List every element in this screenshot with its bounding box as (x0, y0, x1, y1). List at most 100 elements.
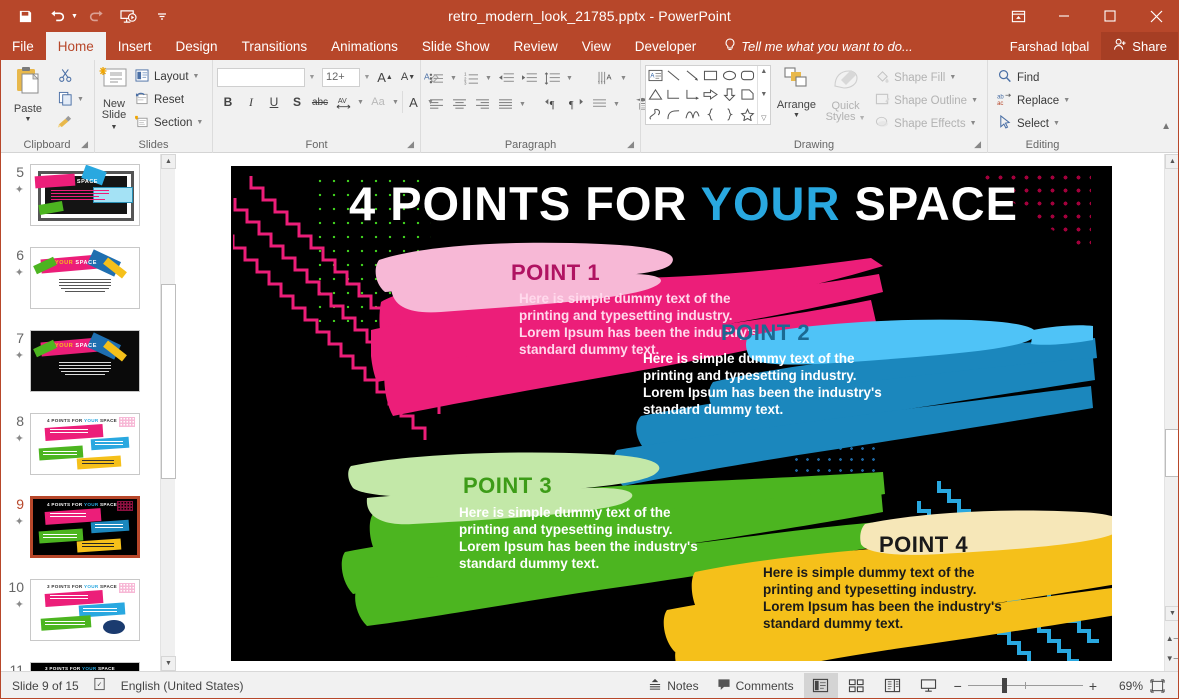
shape-elbow-connector-icon[interactable] (664, 85, 682, 104)
layout-dropdown-icon[interactable]: ▼ (193, 73, 200, 80)
zoom-level[interactable]: 69% (1105, 679, 1143, 693)
text-direction-dropdown-icon[interactable]: ▼ (618, 67, 629, 89)
slide-editing-pane[interactable]: 4 POINTS FOR YOUR SPACE POINT 1 Here is … (176, 154, 1164, 671)
shape-right-arrow-icon[interactable] (701, 85, 719, 104)
slide-thumbnail-pane[interactable]: 5 ✦ YOUR SPACE 6 ✦ YOUR SPACE 7 ✦ YOUR S… (0, 154, 160, 671)
shape-triangle-icon[interactable] (646, 85, 664, 104)
text-direction-ltr-button[interactable]: ¶ (542, 93, 564, 115)
justify-button[interactable] (494, 93, 516, 115)
thumb-scroll-up-icon[interactable]: ▲ (161, 154, 176, 169)
zoom-handle[interactable] (1001, 678, 1007, 693)
shape-rounded-rectangle-icon[interactable] (738, 66, 756, 85)
shape-textbox-icon[interactable]: A (646, 66, 664, 85)
paste-dropdown-icon[interactable]: ▼ (25, 116, 32, 123)
replace-dropdown-icon[interactable]: ▼ (1063, 97, 1070, 104)
thumb-scroll-handle[interactable] (161, 284, 176, 479)
layout-button[interactable]: Layout ▼ (129, 65, 208, 88)
language-indicator[interactable]: English (United States) (121, 679, 244, 693)
justify-dropdown-icon[interactable]: ▼ (517, 93, 528, 115)
text-direction-rtl-button[interactable]: ¶ (565, 93, 587, 115)
line-spacing-button[interactable] (541, 67, 563, 89)
increase-font-size-button[interactable]: A ▲ (374, 66, 396, 88)
previous-slide-icon[interactable]: ▲─ (1165, 630, 1179, 646)
slide-counter[interactable]: Slide 9 of 15 (12, 679, 79, 693)
close-icon[interactable] (1133, 0, 1179, 32)
section-button[interactable]: Section ▼ (129, 111, 208, 134)
numbering-button[interactable]: 123 (460, 67, 482, 89)
tab-animations[interactable]: Animations (319, 32, 410, 60)
shape-pentagon-icon[interactable] (738, 85, 756, 104)
tab-insert[interactable]: Insert (106, 32, 164, 60)
thumbnail-slide-11[interactable]: 11 3 POINTS FOR YOUR SPACE (8, 662, 140, 671)
align-center-button[interactable] (448, 93, 470, 115)
bullets-button[interactable] (425, 67, 447, 89)
character-spacing-dropdown-icon[interactable]: ▼ (355, 91, 366, 113)
thumbnail-slide-6[interactable]: 6 ✦ YOUR SPACE (8, 247, 140, 309)
align-right-button[interactable] (471, 93, 493, 115)
slide-scroll-up-icon[interactable]: ▲ (1165, 154, 1179, 169)
find-button[interactable]: Find (992, 66, 1075, 89)
change-case-button[interactable]: Aa (367, 91, 389, 113)
select-button[interactable]: Select ▼ (992, 112, 1075, 135)
thumbnail-slide-5[interactable]: 5 ✦ YOUR SPACE (8, 164, 140, 226)
shape-oval-icon[interactable] (720, 66, 738, 85)
shapes-scroll-down-icon[interactable]: ▼ (760, 91, 767, 98)
thumbnail-slide-9[interactable]: 9 ✦ 4 POINTS FOR YOUR SPACE (8, 496, 140, 558)
shape-curve-icon[interactable] (664, 105, 682, 124)
paragraph-dialog-launcher[interactable]: ◢ (627, 136, 634, 152)
shape-left-brace-icon[interactable] (701, 105, 719, 124)
increase-indent-button[interactable] (518, 67, 540, 89)
font-name-input[interactable] (217, 67, 305, 87)
tab-review[interactable]: Review (501, 32, 569, 60)
bold-button[interactable]: B (217, 91, 239, 113)
text-shadow-button[interactable]: S (286, 91, 308, 113)
thumb-scroll-down-icon[interactable]: ▼ (161, 656, 176, 671)
shape-arrow-icon[interactable] (683, 66, 701, 85)
notes-button[interactable]: Notes (640, 673, 706, 699)
font-size-dropdown-icon[interactable]: ▼ (361, 74, 373, 81)
numbering-dropdown-icon[interactable]: ▼ (483, 67, 494, 89)
shape-line-icon[interactable] (664, 66, 682, 85)
zoom-in-button[interactable]: + (1089, 678, 1097, 694)
shapes-gallery-scrollbar[interactable]: ▲ ▼ ▽ (756, 66, 770, 124)
next-slide-icon[interactable]: ▼─ (1165, 650, 1179, 666)
reading-view-button[interactable] (876, 673, 910, 699)
cut-button[interactable] (52, 65, 89, 88)
thumbnail-slide-7[interactable]: 7 ✦ YOUR SPACE (8, 330, 140, 392)
shape-freeform-icon[interactable] (683, 105, 701, 124)
columns-dropdown-icon[interactable]: ▼ (611, 93, 622, 115)
section-dropdown-icon[interactable]: ▼ (196, 119, 203, 126)
new-slide-button[interactable]: New Slide ▼ (99, 63, 129, 133)
shape-rectangle-icon[interactable] (701, 66, 719, 85)
format-painter-button[interactable] (52, 111, 89, 134)
tab-design[interactable]: Design (164, 32, 230, 60)
arrange-dropdown-icon[interactable]: ▼ (793, 112, 800, 119)
tab-slide-show[interactable]: Slide Show (410, 32, 502, 60)
decrease-font-size-button[interactable]: A ▼ (397, 66, 419, 88)
comments-button[interactable]: Comments (709, 673, 802, 699)
slide-title[interactable]: 4 POINTS FOR YOUR SPACE (349, 176, 1018, 231)
select-dropdown-icon[interactable]: ▼ (1053, 120, 1060, 127)
fit-slide-icon[interactable] (1145, 673, 1169, 699)
shape-outline-button[interactable]: Shape Outline ▼ (869, 89, 983, 112)
strikethrough-button[interactable]: abc (309, 91, 331, 113)
change-case-dropdown-icon[interactable]: ▼ (390, 91, 401, 113)
font-name-dropdown-icon[interactable]: ▼ (306, 74, 318, 81)
maximize-icon[interactable] (1087, 0, 1133, 32)
shapes-more-icon[interactable]: ▽ (761, 114, 766, 122)
thumbnail-slide-10[interactable]: 10 ✦ 3 POINTS FOR YOUR SPACE (8, 579, 140, 641)
tab-developer[interactable]: Developer (623, 32, 709, 60)
slide-pane-scrollbar[interactable]: ▲ ▼ ▲─ ▼─ (1164, 154, 1179, 671)
slide-scroll-down-icon[interactable]: ▼ (1165, 606, 1179, 621)
columns-button[interactable] (588, 93, 610, 115)
drawing-dialog-launcher[interactable]: ◢ (974, 136, 981, 152)
slide-show-view-button[interactable] (912, 673, 946, 699)
user-name[interactable]: Farshad Iqbal (998, 32, 1102, 60)
spellcheck-icon[interactable]: ✓ (93, 677, 107, 694)
clipboard-dialog-launcher[interactable]: ◢ (81, 136, 88, 152)
shape-down-arrow-icon[interactable] (720, 85, 738, 104)
character-spacing-button[interactable]: AV (332, 91, 354, 113)
slide-scroll-handle[interactable] (1165, 429, 1179, 477)
tell-me-search[interactable]: Tell me what you want to do... (708, 32, 913, 60)
font-size-input[interactable]: 12+ (322, 67, 360, 87)
